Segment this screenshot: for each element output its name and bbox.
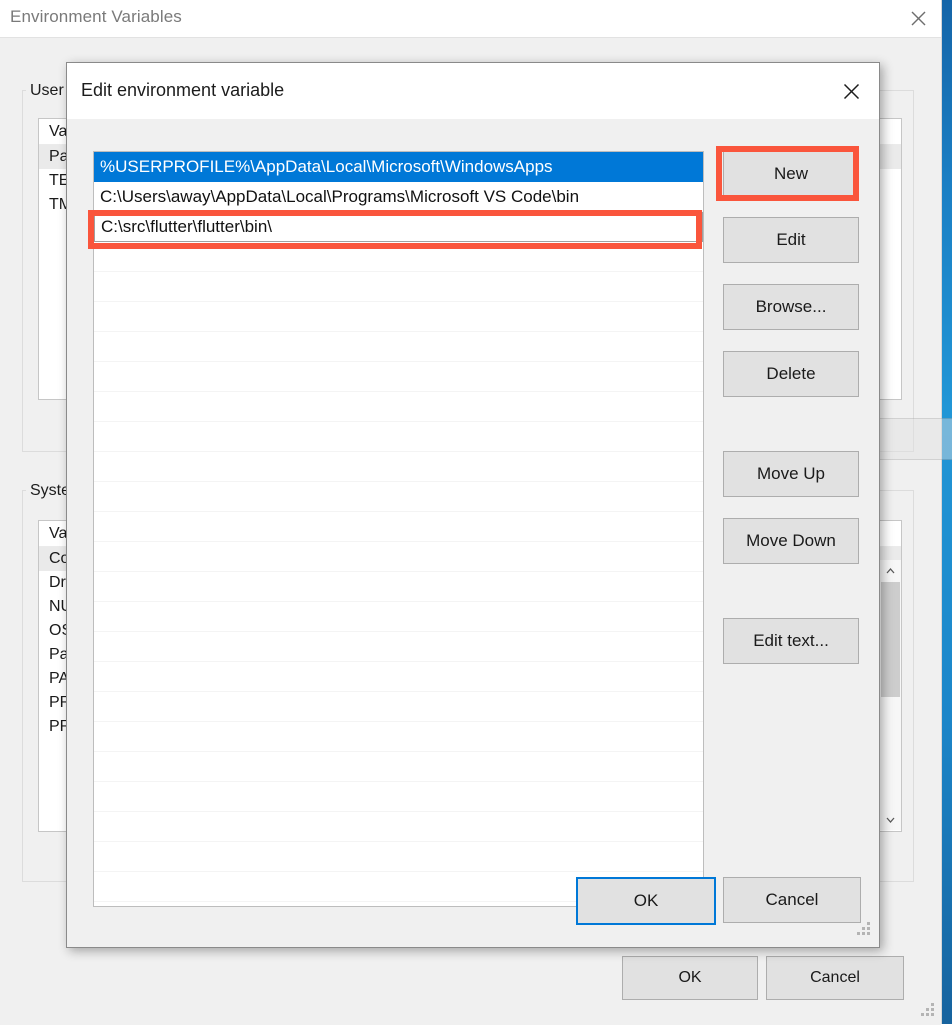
- path-entry-row-empty[interactable]: [94, 362, 703, 392]
- dialog-title: Edit environment variable: [81, 80, 285, 100]
- path-entry-row-empty[interactable]: [94, 332, 703, 362]
- path-entries-list[interactable]: %USERPROFILE%\AppData\Local\Microsoft\Wi…: [93, 151, 704, 907]
- close-icon[interactable]: [895, 0, 941, 37]
- path-entry-row-empty[interactable]: [94, 602, 703, 632]
- path-entry-row-empty[interactable]: [94, 392, 703, 422]
- path-entry-row-empty[interactable]: [94, 572, 703, 602]
- path-entry-row-empty[interactable]: [94, 242, 703, 272]
- path-entry-row-empty[interactable]: [94, 632, 703, 662]
- path-entry-row[interactable]: C:\Users\away\AppData\Local\Programs\Mic…: [94, 182, 703, 212]
- path-entry-row-empty[interactable]: [94, 422, 703, 452]
- page-title: Environment Variables: [10, 7, 182, 26]
- cancel-button[interactable]: Cancel: [766, 956, 904, 1000]
- path-entry-row-empty[interactable]: [94, 842, 703, 872]
- dialog-cancel-button[interactable]: Cancel: [723, 877, 861, 923]
- edit-text-button[interactable]: Edit text...: [723, 618, 859, 664]
- path-entry-row-empty[interactable]: [94, 452, 703, 482]
- move-up-button[interactable]: Move Up: [723, 451, 859, 497]
- path-entry-row-empty[interactable]: [94, 272, 703, 302]
- close-icon[interactable]: [823, 63, 879, 119]
- scroll-up-icon[interactable]: [880, 560, 901, 581]
- desktop-background-strip: [941, 0, 952, 1024]
- browse-button[interactable]: Browse...: [723, 284, 859, 330]
- scroll-down-icon[interactable]: [880, 809, 901, 830]
- window-resize-grip[interactable]: [920, 1003, 936, 1019]
- path-entry-row-empty[interactable]: [94, 662, 703, 692]
- system-variables-scrollbar[interactable]: [879, 560, 901, 830]
- user-variables-label: User: [26, 82, 68, 100]
- environment-variables-titlebar: Environment Variables: [0, 0, 941, 37]
- path-entry-row-empty[interactable]: [94, 752, 703, 782]
- edit-environment-variable-dialog: Edit environment variable %USERPROFILE%\…: [66, 62, 880, 948]
- path-entry-input[interactable]: C:\src\flutter\flutter\bin\: [94, 212, 703, 242]
- path-entry-row-empty[interactable]: [94, 512, 703, 542]
- ok-button[interactable]: OK: [622, 956, 758, 1000]
- path-entry-row-empty[interactable]: [94, 692, 703, 722]
- path-entry-row-empty[interactable]: [94, 812, 703, 842]
- dialog-ok-button[interactable]: OK: [576, 877, 716, 925]
- new-button[interactable]: New: [723, 151, 859, 197]
- dialog-resize-grip[interactable]: [856, 922, 872, 938]
- path-entry-row-empty[interactable]: [94, 542, 703, 572]
- move-down-button[interactable]: Move Down: [723, 518, 859, 564]
- path-entry-row-empty[interactable]: [94, 302, 703, 332]
- edit-button[interactable]: Edit: [723, 217, 859, 263]
- dialog-titlebar: Edit environment variable: [67, 63, 879, 119]
- path-entry-row-empty[interactable]: [94, 482, 703, 512]
- scrollbar-thumb[interactable]: [881, 582, 900, 697]
- delete-button[interactable]: Delete: [723, 351, 859, 397]
- path-entry-row-empty[interactable]: [94, 782, 703, 812]
- path-entry-row-empty[interactable]: [94, 722, 703, 752]
- path-entry-row[interactable]: %USERPROFILE%\AppData\Local\Microsoft\Wi…: [94, 152, 703, 182]
